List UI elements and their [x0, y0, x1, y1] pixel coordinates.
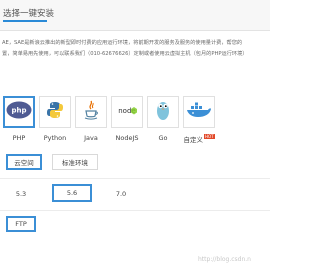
language-label: 自定义 HOT — [183, 134, 215, 144]
language-option-custom[interactable]: 自定义 HOT — [182, 96, 216, 144]
section-divider — [0, 210, 270, 211]
php-icon: php — [6, 101, 32, 123]
description-line-2: 置，简单易用先使用，可以联系我们（010-62676626）定制或者使用云虚拟主… — [2, 51, 248, 57]
description-line-1: AE，SAE是新浪云推出的新型即时付费的应用运行环境，将前期开发的服务及服务的使… — [2, 40, 243, 46]
language-option-nodejs[interactable]: node NodeJS — [110, 96, 144, 142]
description: AE，SAE是新浪云推出的新型即时付费的应用运行环境，将前期开发的服务及服务的使… — [0, 38, 270, 60]
language-label: NodeJS — [115, 134, 139, 142]
language-label: Python — [43, 134, 67, 142]
language-option-java[interactable]: Java — [74, 96, 108, 142]
hot-badge: HOT — [203, 134, 215, 139]
language-option-php[interactable]: php PHP — [2, 96, 36, 142]
python-icon — [46, 101, 64, 123]
nodejs-icon: node — [113, 103, 141, 122]
version-option-5-6[interactable]: 5.6 — [52, 184, 92, 202]
deploy-option-ftp[interactable]: FTP — [6, 216, 36, 232]
version-option-5-3[interactable]: 5.3 — [6, 186, 36, 202]
language-option-go[interactable]: Go — [146, 96, 180, 142]
title-underline — [3, 20, 47, 22]
environment-option-standard[interactable]: 标准环境 — [52, 154, 98, 170]
svg-text:php: php — [11, 107, 26, 115]
section-divider — [0, 178, 270, 179]
language-label: Go — [158, 134, 168, 142]
docker-icon — [186, 101, 212, 123]
language-label: Java — [84, 134, 98, 142]
go-icon — [155, 99, 171, 125]
java-icon — [83, 100, 99, 124]
language-label: PHP — [12, 134, 26, 142]
watermark: http://blog.csdn.n — [198, 256, 251, 263]
page-title: 选择一键安装 — [3, 9, 55, 19]
version-option-7-0[interactable]: 7.0 — [104, 186, 138, 202]
language-option-python[interactable]: Python — [38, 96, 72, 142]
header-divider — [0, 30, 270, 31]
environment-option-cloud-space[interactable]: 云空间 — [6, 154, 42, 170]
